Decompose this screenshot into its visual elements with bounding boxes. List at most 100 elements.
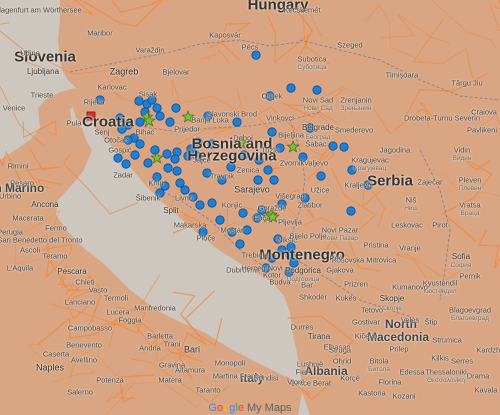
map-label: Lanciano xyxy=(64,297,96,307)
map-label: Скопје xyxy=(382,304,402,312)
map-label: Maribor xyxy=(87,28,113,38)
location-marker[interactable] xyxy=(171,103,181,113)
map-label: Teramo xyxy=(42,251,68,261)
map-label: Užice xyxy=(310,185,330,195)
location-marker[interactable] xyxy=(170,154,180,164)
map-label: Rimini xyxy=(7,161,29,171)
location-marker[interactable] xyxy=(152,103,162,113)
location-marker[interactable] xyxy=(251,50,261,60)
google-logo-g: G xyxy=(208,402,217,414)
map-label: Ljubljana xyxy=(26,67,60,76)
map-label: Bjelovar xyxy=(162,67,190,77)
map-label: Travnik xyxy=(209,171,235,181)
map-view[interactable]: Hungary Slovenia Croatia Bosnia and Herzegov… xyxy=(0,0,500,415)
location-marker[interactable] xyxy=(207,198,217,208)
map-label: Крагујевац xyxy=(353,164,387,172)
location-marker[interactable] xyxy=(316,171,326,181)
map-label: Kičevo xyxy=(354,331,378,341)
location-marker[interactable] xyxy=(121,159,131,169)
map-label: Kecskemét xyxy=(283,5,321,15)
map-label: Zagreb xyxy=(109,66,139,77)
map-label: Andria xyxy=(139,343,161,353)
map-label: Lucera xyxy=(106,307,130,317)
location-marker[interactable] xyxy=(346,206,356,216)
map-label: Vratsa xyxy=(459,200,481,210)
map-label: Pernik xyxy=(459,271,481,281)
map-label: Tuzla xyxy=(260,145,280,155)
location-marker[interactable] xyxy=(328,141,338,151)
map-label: Pleven xyxy=(458,175,482,185)
map-label: Peć xyxy=(329,253,343,263)
map-label: Barletta xyxy=(147,331,173,341)
map-label: Livno xyxy=(175,193,193,203)
location-marker[interactable] xyxy=(172,166,182,176)
location-marker[interactable] xyxy=(130,150,140,160)
map-label: Split xyxy=(163,206,179,215)
location-marker[interactable] xyxy=(195,200,205,210)
map-label: Štip xyxy=(424,317,438,327)
map-label: Perugia xyxy=(0,227,23,237)
map-label: Vidin xyxy=(453,145,471,155)
map-label: Avellino xyxy=(70,355,98,365)
location-marker[interactable] xyxy=(163,163,173,173)
map-label: Ancona xyxy=(31,200,59,209)
map-label: Subotica xyxy=(297,54,327,64)
map-label: Tirana xyxy=(307,332,331,341)
map-label: Kraljevo xyxy=(344,180,372,190)
map-label: Mostar xyxy=(220,225,244,235)
map-label: L'Aquila xyxy=(6,263,34,273)
map-label: Termoli xyxy=(103,293,129,303)
location-marker[interactable] xyxy=(263,165,273,175)
location-marker[interactable] xyxy=(150,145,160,155)
map-label: Ploče xyxy=(196,233,216,243)
map-label: Ohrid xyxy=(332,356,352,366)
map-label: Foča xyxy=(253,213,271,223)
map-label: Нови Пазар xyxy=(322,234,358,242)
map-label: Fermo xyxy=(45,223,67,233)
location-marker[interactable] xyxy=(339,142,349,152)
location-marker[interactable] xyxy=(215,215,225,225)
location-marker[interactable] xyxy=(238,208,248,218)
google-logo-e: e xyxy=(237,402,244,414)
map-label: San Benedetto del Tronto xyxy=(0,235,83,245)
map-label: Kumanovo xyxy=(392,282,428,292)
map-label: Bijelo Polje xyxy=(289,231,327,241)
map-label: Edessa xyxy=(399,367,425,377)
map-label: Šibenik xyxy=(135,193,161,203)
map-label: Udine xyxy=(20,48,40,58)
map-label: Drama xyxy=(466,371,490,381)
map-label: Caserta xyxy=(42,349,70,359)
map-label: Novi Sad xyxy=(302,95,334,105)
location-marker[interactable] xyxy=(143,158,153,168)
map-label: Potenza xyxy=(96,375,124,385)
map-label: Vlorë xyxy=(287,377,305,387)
map-label: Monopoli xyxy=(214,358,246,368)
location-marker[interactable] xyxy=(286,83,296,93)
map-label: Trieste xyxy=(30,90,54,100)
location-marker[interactable] xyxy=(242,225,252,235)
map-label: Zrenjanin xyxy=(340,95,372,105)
map-label: Shkodër xyxy=(299,292,327,302)
location-marker[interactable] xyxy=(113,153,123,163)
map-label: Gravina xyxy=(158,360,186,370)
map-label: Pula xyxy=(66,118,82,128)
map-label: Rijeka xyxy=(83,97,105,107)
map-label: Szeged xyxy=(337,40,363,50)
map-label: Sisak xyxy=(138,89,158,99)
location-marker[interactable] xyxy=(155,111,165,121)
location-marker[interactable] xyxy=(235,239,245,249)
map-label: Knin xyxy=(148,178,164,188)
location-marker[interactable] xyxy=(165,117,175,127)
map-label: Kukës xyxy=(335,293,357,303)
map-label: Jajce xyxy=(193,155,211,165)
map-label: Gostivar xyxy=(352,317,380,327)
location-marker[interactable] xyxy=(269,175,279,185)
location-marker[interactable] xyxy=(162,149,172,159)
map-label: Blagoevgrad xyxy=(448,305,492,315)
location-marker[interactable] xyxy=(253,175,263,185)
location-marker[interactable] xyxy=(312,85,322,95)
map-label: Serbia xyxy=(367,172,413,190)
map-label: Ascoli xyxy=(19,245,41,255)
map-label: Goražde xyxy=(257,203,287,213)
location-marker[interactable] xyxy=(232,117,242,127)
